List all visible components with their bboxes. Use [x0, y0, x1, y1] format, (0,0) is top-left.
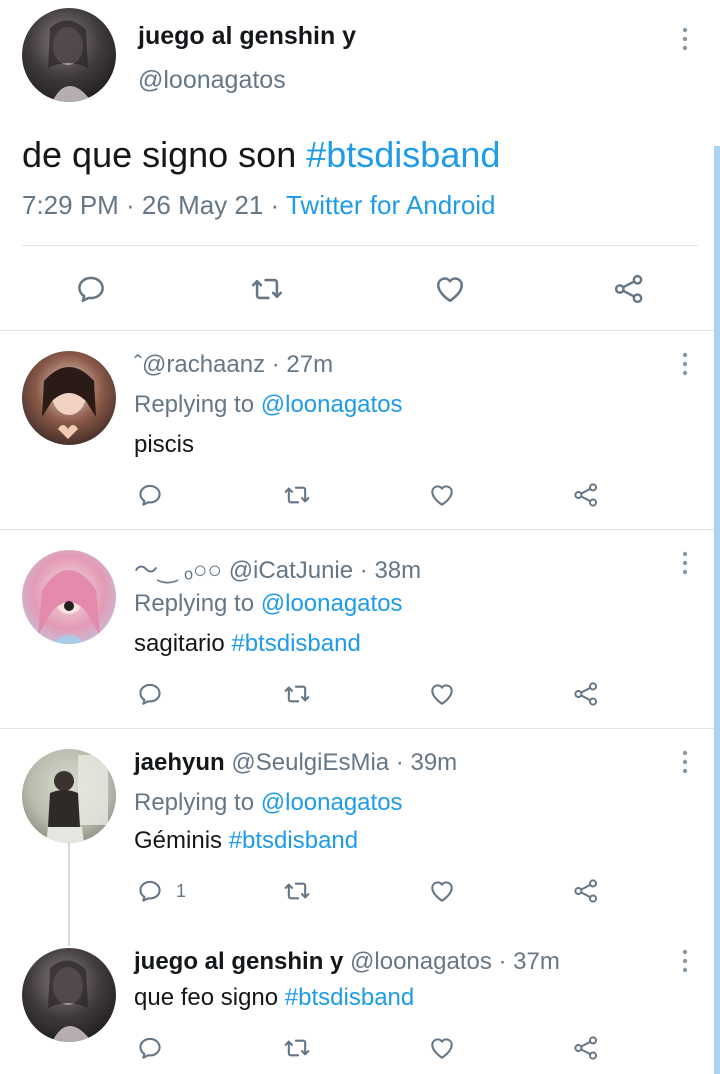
like-icon[interactable] — [428, 680, 456, 708]
like-icon[interactable] — [428, 1034, 456, 1062]
reply-time: · 27m — [265, 351, 334, 378]
tweet-text-body: de que signo son — [22, 134, 307, 175]
reply-tweet[interactable]: 〜‿ ₒ○○ @iCatJunie · 38m Replying to @loo… — [0, 530, 714, 728]
reply-icon[interactable] — [136, 1034, 164, 1062]
retweet-icon[interactable] — [250, 272, 284, 306]
avatar[interactable] — [22, 550, 116, 644]
avatar[interactable] — [22, 8, 116, 102]
tweet-client-link[interactable]: Twitter for Android — [286, 190, 496, 220]
reply-icon[interactable] — [136, 877, 164, 905]
retweet-icon[interactable] — [283, 481, 311, 509]
reply-icon[interactable] — [136, 680, 164, 708]
hashtag-link[interactable]: #btsdisband — [285, 984, 414, 1011]
more-options-icon[interactable] — [676, 946, 694, 976]
replying-to-handle[interactable]: @loonagatos — [261, 789, 403, 816]
author-handle[interactable]: @iCatJunie — [229, 557, 353, 584]
replying-to: Replying to @loonagatos — [134, 789, 403, 817]
share-icon[interactable] — [572, 1034, 600, 1062]
like-icon[interactable] — [428, 877, 456, 905]
author-name[interactable]: juego al genshin y — [138, 22, 356, 51]
reply-tweet[interactable]: ˆ@rachaanz · 27m Replying to @loonagatos… — [0, 331, 714, 529]
author-handle[interactable]: @loonagatos — [138, 66, 286, 95]
reply-text-body: piscis — [134, 431, 195, 458]
author-name-decoration: ˆ — [134, 351, 142, 378]
avatar[interactable] — [22, 749, 116, 843]
share-icon[interactable] — [612, 272, 646, 306]
tweet-text: de que signo son #btsdisband — [22, 134, 500, 176]
reply-time: · 39m — [389, 749, 458, 776]
author-handle[interactable]: @loonagatos — [343, 948, 492, 975]
scrollbar[interactable] — [714, 146, 720, 1074]
avatar-image — [22, 749, 116, 843]
reply-tweet[interactable]: juego al genshin y @loonagatos · 37m que… — [0, 928, 714, 1074]
reply-text: Géminis #btsdisband — [134, 827, 358, 855]
author-name[interactable]: juego al genshin y — [134, 948, 343, 975]
reply-header: ˆ@rachaanz · 27m — [134, 351, 333, 379]
author-handle[interactable]: @rachaanz — [142, 351, 265, 378]
more-options-icon[interactable] — [676, 349, 694, 379]
retweet-icon[interactable] — [283, 680, 311, 708]
avatar-image — [22, 351, 116, 445]
reply-count: 1 — [176, 881, 187, 901]
reply-time: · 37m — [491, 948, 560, 975]
replying-to-handle[interactable]: @loonagatos — [261, 590, 403, 617]
avatar-image — [22, 550, 116, 644]
replying-to-label: Replying to — [134, 590, 261, 617]
like-icon[interactable] — [433, 272, 467, 306]
replying-to-handle[interactable]: @loonagatos — [261, 391, 403, 418]
replying-to: Replying to @loonagatos — [134, 391, 403, 419]
replying-to-label: Replying to — [134, 391, 261, 418]
reply-time: · 38m — [353, 557, 422, 584]
hashtag-link[interactable]: #btsdisband — [306, 134, 500, 175]
reply-text-body: sagitario — [134, 630, 232, 657]
replying-to-label: Replying to — [134, 789, 261, 816]
avatar-image — [22, 948, 116, 1042]
hashtag-link[interactable]: #btsdisband — [231, 630, 360, 657]
divider — [22, 245, 698, 246]
more-options-icon[interactable] — [676, 24, 694, 54]
author-handle[interactable]: @SeulgiEsMia — [225, 749, 389, 776]
reply-header: 〜‿ ₒ○○ @iCatJunie · 38m — [134, 550, 421, 585]
reply-text: sagitario #btsdisband — [134, 630, 361, 658]
more-options-icon[interactable] — [676, 747, 694, 777]
retweet-icon[interactable] — [283, 1034, 311, 1062]
avatar[interactable] — [22, 948, 116, 1042]
author-name-decoration: 〜‿ ₒ○○ — [134, 557, 229, 584]
reply-text-body: que feo signo — [134, 984, 285, 1011]
share-icon[interactable] — [572, 680, 600, 708]
replying-to: Replying to @loonagatos — [134, 590, 403, 618]
avatar-image — [22, 8, 116, 102]
reply-text: que feo signo #btsdisband — [134, 984, 414, 1012]
reply-icon[interactable] — [74, 272, 108, 306]
reply-icon[interactable] — [136, 481, 164, 509]
tweet-meta: 7:29 PM · 26 May 21 · Twitter for Androi… — [22, 190, 496, 221]
reply-text: piscis — [134, 431, 194, 459]
avatar[interactable] — [22, 351, 116, 445]
tweet-timestamp: 7:29 PM · 26 May 21 · — [22, 190, 286, 220]
reply-header: jaehyun @SeulgiEsMia · 39m — [134, 749, 457, 777]
hashtag-link[interactable]: #btsdisband — [229, 827, 358, 854]
more-options-icon[interactable] — [676, 548, 694, 578]
reply-header: juego al genshin y @loonagatos · 37m — [134, 948, 560, 976]
main-tweet: juego al genshin y @loonagatos de que si… — [0, 0, 714, 330]
like-icon[interactable] — [428, 481, 456, 509]
share-icon[interactable] — [572, 481, 600, 509]
author-name[interactable]: jaehyun — [134, 749, 225, 776]
retweet-icon[interactable] — [283, 877, 311, 905]
share-icon[interactable] — [572, 877, 600, 905]
reply-tweet[interactable]: jaehyun @SeulgiEsMia · 39m Replying to @… — [0, 729, 714, 927]
reply-text-body: Géminis — [134, 827, 229, 854]
